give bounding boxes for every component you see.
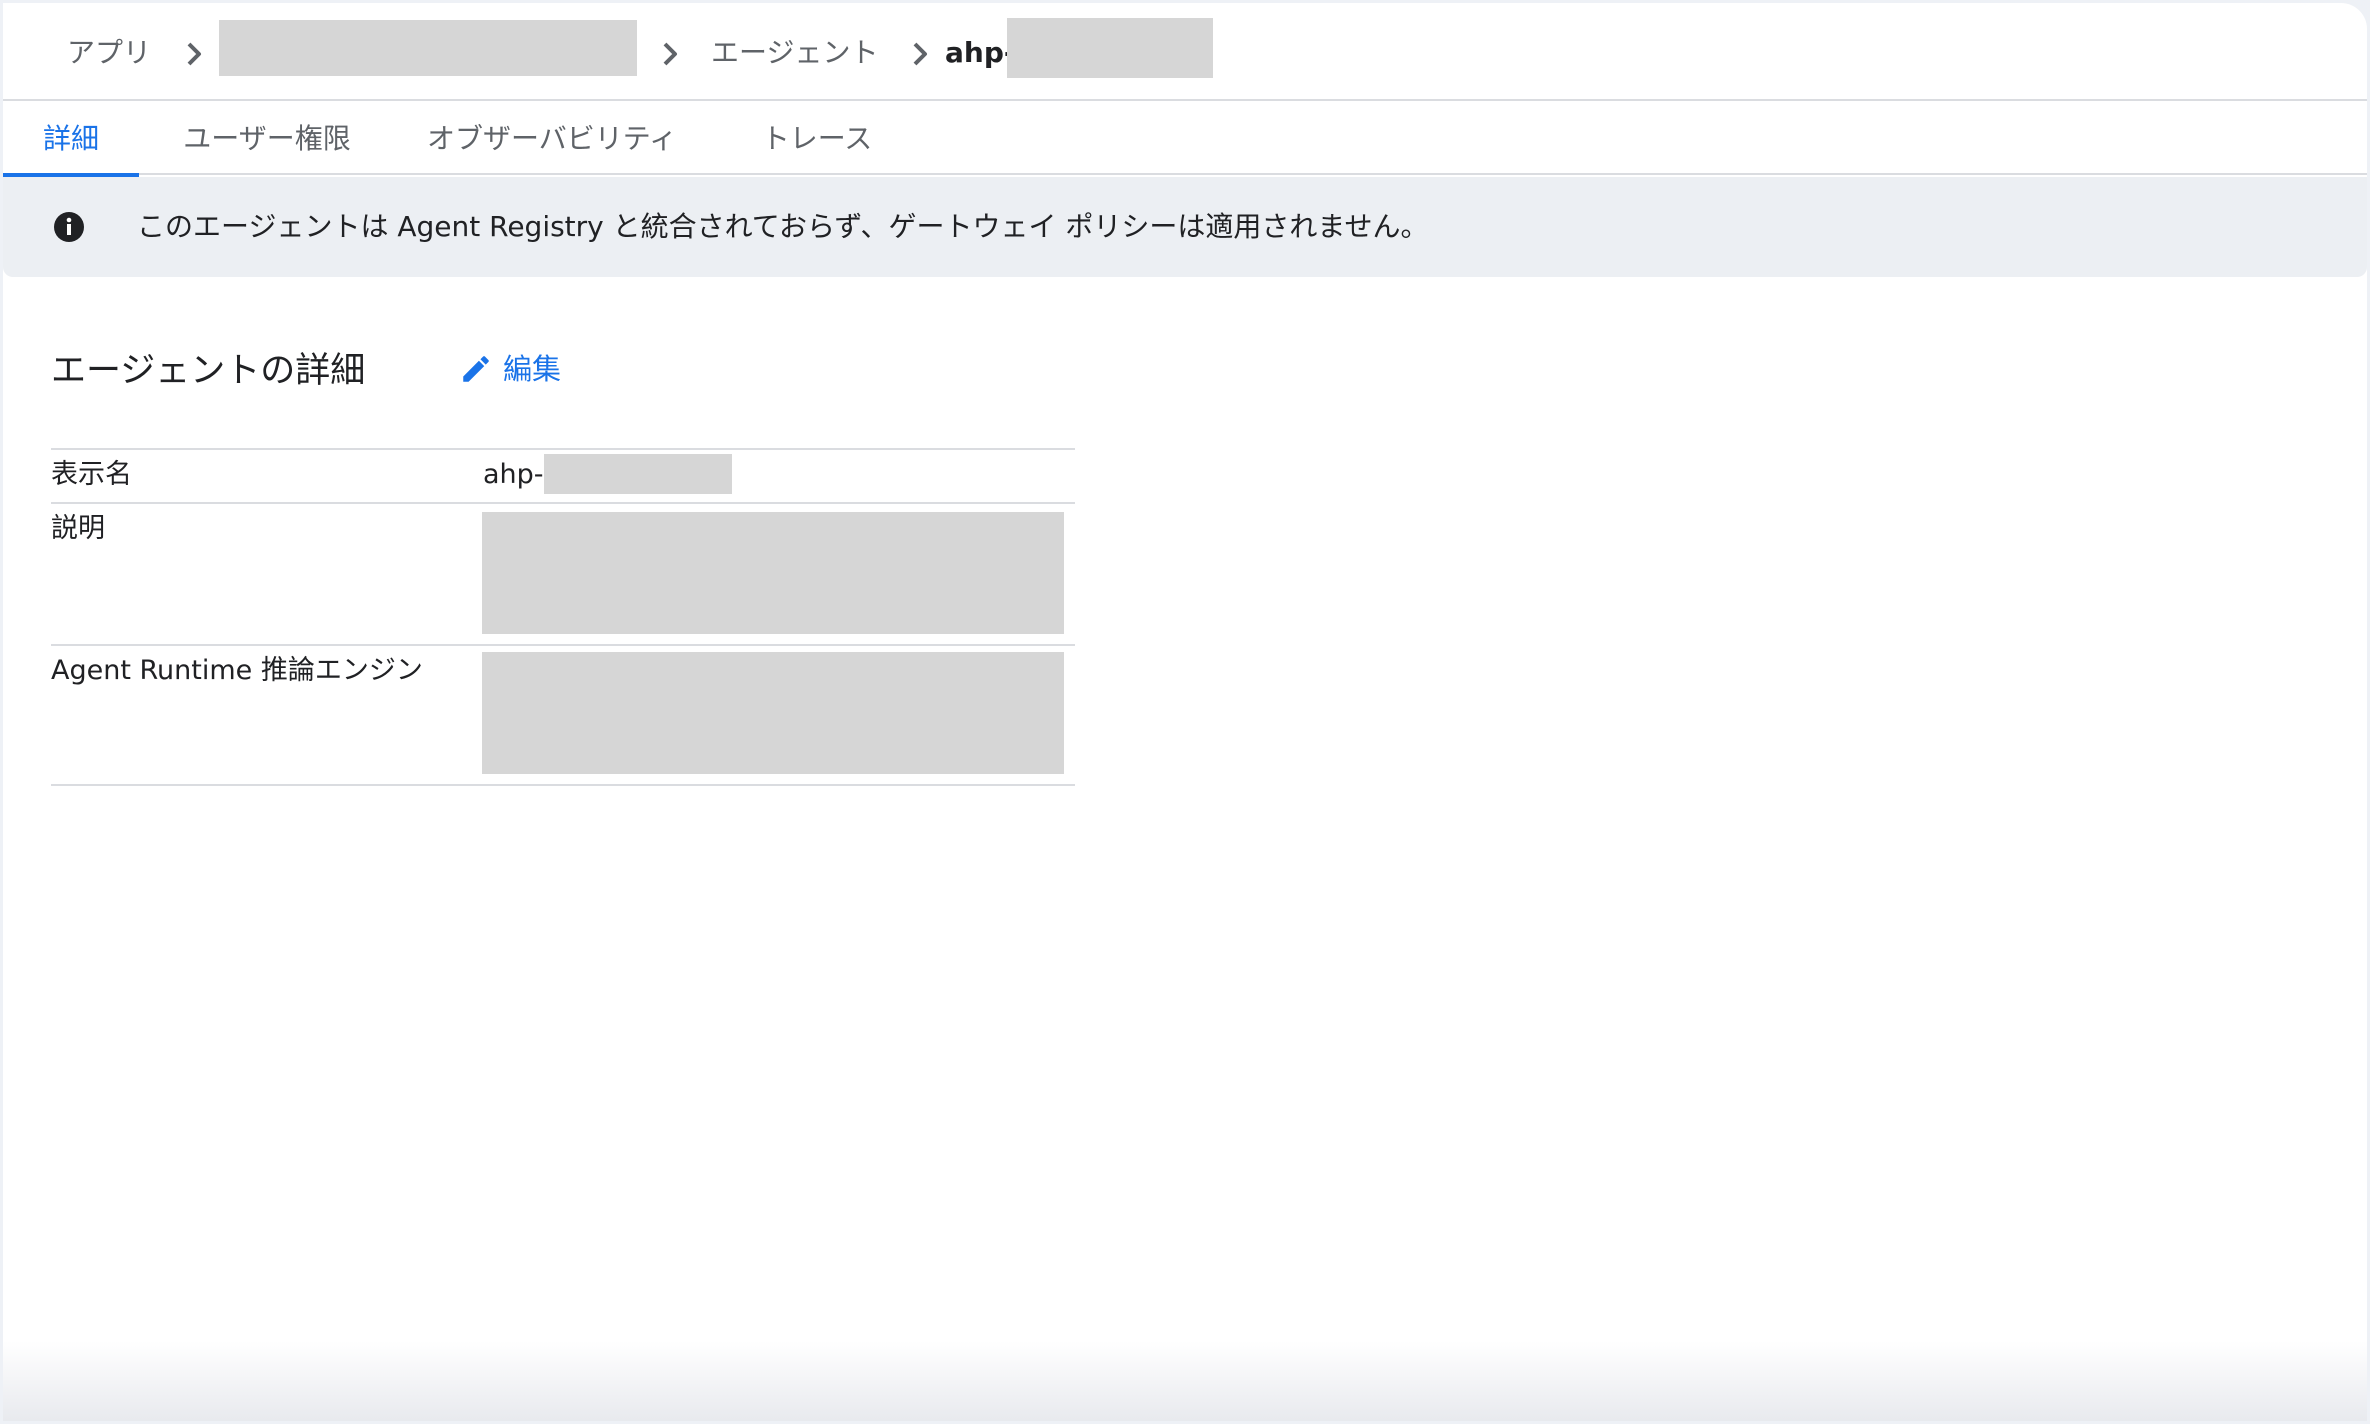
breadcrumb-apps-link[interactable]: アプリ (67, 27, 151, 79)
edit-button-label: 編集 (503, 352, 562, 386)
row-label: Agent Runtime 推論エンジン (51, 655, 423, 686)
breadcrumb-current-agent: ahp- (945, 36, 1016, 69)
details-row-description: 説明 (51, 502, 1075, 644)
breadcrumb-agents-link[interactable]: エージェント (711, 27, 878, 79)
chevron-right-icon (663, 42, 677, 66)
tab-label: 詳細 (42, 122, 99, 155)
info-icon (54, 212, 84, 242)
tab-trace[interactable]: トレース (757, 103, 877, 175)
tab-bar: 詳細 ユーザー権限 オブザーバビリティ トレース (3, 103, 2367, 177)
tab-label: ユーザー権限 (183, 122, 351, 155)
details-table: 表示名 ahp- 説明 Agent Runtime 推論エンジン (51, 448, 1075, 786)
row-label: 表示名 (51, 459, 132, 490)
edit-button[interactable]: 編集 (459, 343, 561, 395)
tab-details[interactable]: 詳細 (3, 103, 139, 177)
section-title: エージェントの詳細 (51, 351, 366, 391)
tab-user-permissions[interactable]: ユーザー権限 (173, 103, 361, 175)
details-row-runtime-engine: Agent Runtime 推論エンジン (51, 644, 1075, 786)
row-label: 説明 (51, 513, 105, 544)
breadcrumb-app-name-redacted[interactable] (219, 20, 637, 76)
breadcrumb-agent-id-redacted (1007, 18, 1213, 78)
chevron-right-icon (187, 42, 201, 66)
chevron-right-icon (913, 42, 927, 66)
banner-message: このエージェントは Agent Registry と統合されておらず、ゲートウェ… (137, 210, 1429, 243)
description-redacted (482, 512, 1064, 634)
runtime-engine-redacted (482, 652, 1064, 774)
display-name-redacted (543, 453, 732, 494)
tab-label: オブザーバビリティ (426, 122, 678, 155)
pencil-icon (463, 356, 489, 382)
display-name-prefix: ahp- (483, 459, 544, 490)
tab-observability[interactable]: オブザーバビリティ (421, 103, 683, 175)
info-banner: このエージェントは Agent Registry と統合されておらず、ゲートウェ… (3, 177, 2367, 277)
details-row-display-name: 表示名 ahp- (51, 448, 1075, 502)
breadcrumb: アプリ エージェント ahp- (3, 3, 2367, 101)
display-name-value: ahp- (483, 453, 732, 496)
app-window: アプリ エージェント ahp- 詳細 ユーザー権限 オブザーバビリティ トレース (3, 3, 2367, 1421)
tab-label: トレース (761, 122, 873, 155)
